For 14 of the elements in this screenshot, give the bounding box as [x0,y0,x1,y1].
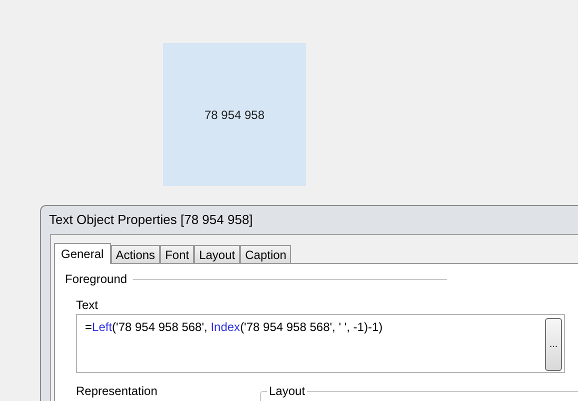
expression-field[interactable]: =Left('78 954 958 568', Index('78 954 958 568', ' ', -1)-1) ... [76,314,565,373]
window-title: Text Object Properties [78 954 958] [48,211,253,229]
tab[interactable]: Layout [194,245,240,263]
text-object-value: 78 954 958 [204,108,265,122]
tab[interactable]: Font [160,245,194,263]
group-title: Layout [267,384,308,398]
tab[interactable]: Caption [240,245,292,263]
tab[interactable]: Actions [110,245,160,263]
browse-button[interactable]: ... [545,318,562,371]
group-title: Foreground [65,272,128,286]
tab[interactable]: General [54,243,111,264]
field-label: Representation [76,384,158,398]
expression-text: =Left('78 954 958 568', Index('78 954 958 568', ' ', -1)-1) [85,320,383,335]
field-label: Text [76,298,98,312]
